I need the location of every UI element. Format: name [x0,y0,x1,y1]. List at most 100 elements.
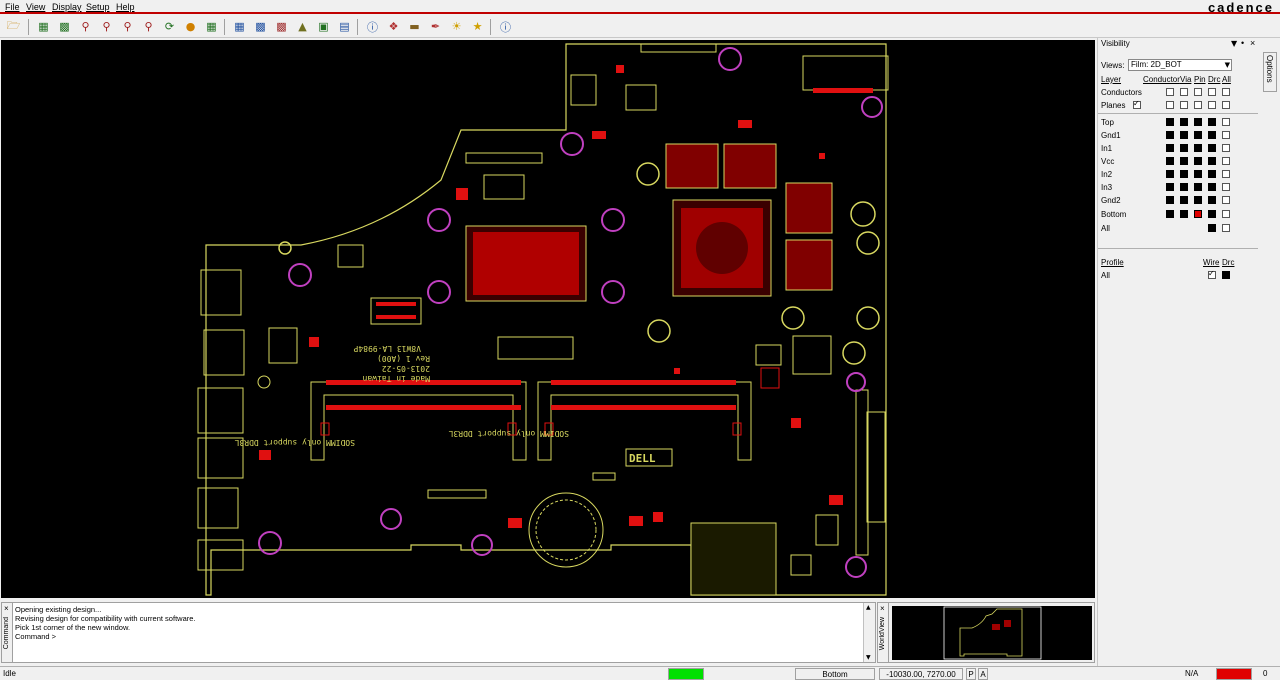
zoom-points-icon[interactable]: ⚲ [77,18,94,35]
info-icon[interactable]: ⓘ [364,18,381,35]
checkbox-gnd1-all[interactable] [1222,131,1230,139]
grid-icon[interactable]: ▦ [231,18,248,35]
checkbox-gnd2-pin[interactable] [1194,196,1202,204]
checkbox-in3-pin[interactable] [1194,183,1202,191]
checkbox-gnd1-via[interactable] [1180,131,1188,139]
checkbox-conductors-drc[interactable] [1208,88,1216,96]
zoom-out-icon[interactable]: ⚲ [119,18,136,35]
colors-icon[interactable]: ▩ [273,18,290,35]
shadow-icon[interactable]: ▲ [294,18,311,35]
checkbox-all-drc[interactable] [1208,224,1216,232]
brush-icon[interactable]: ✒ [427,18,444,35]
options-tab[interactable]: Options [1263,52,1277,92]
open-icon[interactable]: 🗁 [5,18,22,35]
checkbox-gnd1-conductor[interactable] [1166,131,1174,139]
worldview-canvas[interactable] [892,606,1092,660]
command-scrollbar[interactable]: ▲ ▼ [863,603,875,662]
checkbox-in1-drc[interactable] [1208,144,1216,152]
checkbox-gnd1-pin[interactable] [1194,131,1202,139]
pin-icon[interactable]: ▼ [1231,39,1237,48]
checkbox-in2-conductor[interactable] [1166,170,1174,178]
checkbox-in3-drc[interactable] [1208,183,1216,191]
checkbox-planes-via[interactable] [1180,101,1188,109]
command-prompt[interactable]: Command > [15,632,196,641]
help-icon[interactable]: ⓘ [497,18,514,35]
checkbox-top-drc[interactable] [1208,118,1216,126]
checkbox-in1-via[interactable] [1180,144,1188,152]
menu-help[interactable]: Help [116,2,135,12]
checkbox-in1-conductor[interactable] [1166,144,1174,152]
checkbox-in1-all[interactable] [1222,144,1230,152]
checkbox-in2-via[interactable] [1180,170,1188,178]
checkbox-planes-drc[interactable] [1208,101,1216,109]
stats-icon[interactable]: ▦ [203,18,220,35]
layers-icon[interactable]: ▩ [252,18,269,35]
design-canvas[interactable]: V8W13 LA-9984P Rev 1 (A00) 2013-05-22 Ma… [1,40,1095,598]
checkbox-top-all[interactable] [1222,118,1230,126]
close-icon[interactable]: × [4,604,9,613]
redraw-icon[interactable]: ⟳ [161,18,178,35]
silk-board-origin: Made in Taiwan [362,374,430,383]
checkbox-conductors-pin[interactable] [1194,88,1202,96]
command-window[interactable]: × Command Opening existing design... Revi… [1,602,876,663]
checkbox-planes-conductor[interactable] [1166,101,1174,109]
checkbox-all-all[interactable] [1222,224,1230,232]
checkbox-gnd2-conductor[interactable] [1166,196,1174,204]
status-p-button[interactable]: P [966,668,976,680]
scroll-down-icon[interactable]: ▼ [866,654,871,661]
checkbox-in2-pin[interactable] [1194,170,1202,178]
checkbox-bottom-pin[interactable] [1194,210,1202,218]
zoom-fit-icon[interactable]: ▦ [35,18,52,35]
zoom-in-icon[interactable]: ⚲ [98,18,115,35]
checkbox-conductors-all[interactable] [1222,88,1230,96]
zoom-world-icon[interactable]: ▩ [56,18,73,35]
checkbox-vcc-conductor[interactable] [1166,157,1174,165]
checkbox-top-via[interactable] [1180,118,1188,126]
3d-view-icon[interactable]: ▣ [315,18,332,35]
checkbox-profile-wire[interactable] [1208,269,1216,279]
checkbox-gnd2-via[interactable] [1180,196,1188,204]
checkbox-conductors-conductor[interactable] [1166,88,1174,96]
checkbox-gnd2-drc[interactable] [1208,196,1216,204]
close-icon[interactable]: × [880,604,885,613]
checkbox-vcc-drc[interactable] [1208,157,1216,165]
checkbox-in1-pin[interactable] [1194,144,1202,152]
status-a-button[interactable]: A [978,668,988,680]
checkbox-in2-all[interactable] [1222,170,1230,178]
close-icon[interactable]: × [1250,38,1255,48]
checkbox-gnd1-drc[interactable] [1208,131,1216,139]
checkbox-planes-pin[interactable] [1194,101,1202,109]
measure-icon[interactable]: ▬ [406,18,423,35]
checkbox-bottom-all[interactable] [1222,210,1230,218]
menu-display[interactable]: Display [52,2,82,12]
checkbox-conductors-via[interactable] [1180,88,1188,96]
checkbox-in2-drc[interactable] [1208,170,1216,178]
checkbox-top-conductor[interactable] [1166,118,1174,126]
sun-icon[interactable]: ☀ [448,18,465,35]
checkbox-profile-drc[interactable] [1222,271,1230,279]
checkbox-in3-all[interactable] [1222,183,1230,191]
checkbox-vcc-via[interactable] [1180,157,1188,165]
checkbox-bottom-conductor[interactable] [1166,210,1174,218]
checkbox-gnd2-all[interactable] [1222,196,1230,204]
checkbox-planes-all[interactable] [1222,101,1230,109]
checkbox-top-pin[interactable] [1194,118,1202,126]
checkbox-planes-enable[interactable] [1133,99,1141,109]
checkbox-bottom-drc[interactable] [1208,210,1216,218]
scroll-up-icon[interactable]: ▲ [866,604,871,611]
zoom-previous-icon[interactable]: ⚲ [140,18,157,35]
tag-icon[interactable]: ❖ [385,18,402,35]
menu-setup[interactable]: Setup [86,2,110,12]
checkbox-vcc-pin[interactable] [1194,157,1202,165]
refresh-icon[interactable]: ● [182,18,199,35]
highlight-icon[interactable]: ★ [469,18,486,35]
menu-file[interactable]: File [5,2,20,12]
float-icon[interactable]: • [1241,38,1244,48]
views-dropdown[interactable]: Film: 2D_BOT ▼ [1128,59,1232,71]
stats-icon[interactable]: ▤ [336,18,353,35]
checkbox-vcc-all[interactable] [1222,157,1230,165]
checkbox-bottom-via[interactable] [1180,210,1188,218]
menu-view[interactable]: View [26,2,45,12]
checkbox-in3-conductor[interactable] [1166,183,1174,191]
checkbox-in3-via[interactable] [1180,183,1188,191]
